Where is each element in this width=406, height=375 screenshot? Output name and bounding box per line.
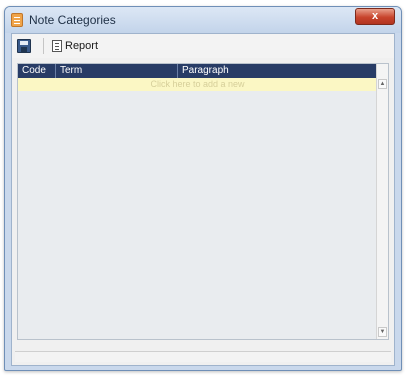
toolbar: Report bbox=[12, 34, 394, 58]
window-title: Note Categories bbox=[29, 13, 116, 27]
toolbar-separator bbox=[43, 38, 44, 54]
add-new-row[interactable]: Click here to add a new bbox=[18, 78, 377, 91]
vertical-scrollbar[interactable]: ▲ ▼ bbox=[376, 64, 388, 339]
title-bar[interactable]: Note Categories x bbox=[5, 7, 401, 33]
report-label: Report bbox=[65, 40, 99, 52]
note-categories-window: Note Categories x Report Code Term Parag… bbox=[4, 6, 402, 371]
note-categories-grid: Code Term Paragraph Click here to add a … bbox=[17, 63, 389, 340]
report-icon bbox=[52, 40, 62, 52]
column-header-code[interactable]: Code bbox=[18, 64, 56, 78]
grid-header: Code Term Paragraph bbox=[18, 64, 377, 78]
note-categories-icon bbox=[11, 13, 23, 27]
column-header-paragraph[interactable]: Paragraph bbox=[178, 64, 377, 78]
scroll-up-arrow-icon[interactable]: ▲ bbox=[378, 79, 387, 89]
status-bar bbox=[15, 351, 391, 362]
close-button[interactable]: x bbox=[355, 8, 395, 25]
column-header-term[interactable]: Term bbox=[56, 64, 178, 78]
report-button[interactable]: Report bbox=[52, 37, 98, 55]
scroll-down-arrow-icon[interactable]: ▼ bbox=[378, 327, 387, 337]
window-content: Report Code Term Paragraph Click here to… bbox=[11, 33, 395, 366]
save-icon[interactable] bbox=[17, 39, 31, 53]
